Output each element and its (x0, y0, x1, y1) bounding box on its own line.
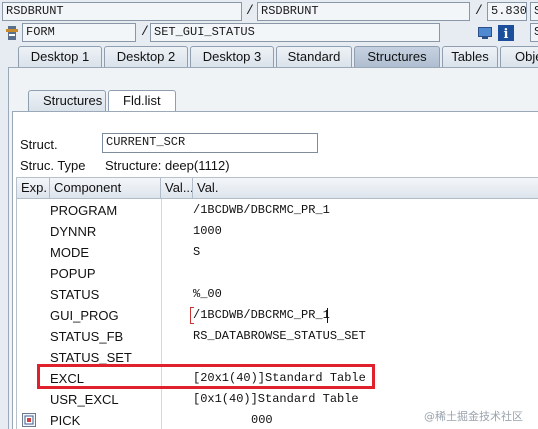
table-row[interactable]: DYNNR 1000 (17, 221, 538, 242)
tab-desktop-2[interactable]: Desktop 2 (104, 46, 188, 68)
include-field[interactable]: RSDBRUNT (257, 2, 470, 21)
value-cell[interactable]: 1000 (193, 221, 222, 242)
component-cell: DYNNR (50, 224, 97, 239)
value-cell[interactable]: %_00 (193, 284, 222, 305)
header-component[interactable]: Component (50, 178, 161, 199)
table-row[interactable]: USR_EXCL [0x1(40)]Standard Table (17, 389, 538, 410)
separator-slash: / (246, 3, 254, 18)
tab-desktop-1[interactable]: Desktop 1 (18, 46, 102, 68)
trailing-field-1[interactable]: S (530, 2, 538, 21)
subtab-fld-list[interactable]: Fld.list (108, 90, 176, 112)
tab-standard[interactable]: Standard (276, 46, 352, 68)
component-cell: PROGRAM (50, 203, 118, 218)
component-cell: GUI_PROG (50, 308, 119, 323)
value-cell[interactable]: S (193, 242, 200, 263)
event-type-field[interactable]: FORM (22, 23, 136, 42)
table-row[interactable]: PROGRAM /1BCDWB/DBCRMC_PR_1 (17, 200, 538, 221)
grid-header: Exp. Component Val... Val. (17, 178, 538, 199)
header-exp[interactable]: Exp. (17, 178, 50, 199)
display-icon[interactable] (476, 24, 494, 42)
header-value-type[interactable]: Val... (161, 178, 193, 199)
expand-icon[interactable] (21, 412, 37, 428)
field-list-grid: Exp. Component Val... Val. PROGRAM /1BCD… (16, 177, 538, 429)
component-cell: POPUP (50, 266, 96, 281)
value-cell[interactable]: [0x1(40)]Standard Table (193, 389, 359, 410)
value-cell[interactable]: /1BCDWB/DBCRMC_PR_1 (193, 305, 330, 326)
subtab-structures[interactable]: Structures (28, 90, 106, 112)
component-cell: USR_EXCL (50, 392, 119, 407)
watermark: @稀土掘金技术社区 (424, 410, 523, 423)
separator-slash: / (475, 3, 483, 18)
table-row[interactable]: STATUS %_00 (17, 284, 538, 305)
component-cell: PICK (50, 413, 81, 428)
tab-objects[interactable]: Obje (500, 46, 538, 68)
struct-type-value: Structure: deep(1112) (105, 158, 230, 173)
svg-text:i: i (504, 27, 509, 41)
event-name-field[interactable]: SET_GUI_STATUS (150, 23, 440, 42)
table-row[interactable]: POPUP (17, 263, 538, 284)
tab-desktop-3[interactable]: Desktop 3 (190, 46, 274, 68)
separator-slash: / (141, 24, 149, 39)
table-row[interactable]: GUI_PROG /1BCDWB/DBCRMC_PR_1 (17, 305, 538, 326)
component-cell: STATUS (50, 287, 100, 302)
struct-input[interactable]: CURRENT_SCR (102, 133, 318, 153)
tab-structures[interactable]: Structures (354, 46, 440, 68)
value-cell[interactable]: /1BCDWB/DBCRMC_PR_1 (193, 200, 330, 221)
trailing-field-2[interactable]: S (530, 23, 538, 42)
value-cell[interactable]: 000 (251, 410, 273, 429)
header-value[interactable]: Val. (193, 178, 538, 199)
struct-type-label: Struc. Type (20, 158, 86, 173)
text-cursor (327, 308, 328, 323)
info-icon[interactable]: i (497, 24, 515, 42)
highlight-box (37, 364, 375, 389)
struct-label: Struct. (20, 137, 58, 152)
program-field[interactable]: RSDBRUNT (2, 2, 242, 21)
version-field[interactable]: 5.830 (487, 2, 527, 21)
value-cell[interactable]: RS_DATABROWSE_STATUS_SET (193, 326, 366, 347)
tab-tables[interactable]: Tables (442, 46, 498, 68)
component-cell: STATUS_FB (50, 329, 124, 344)
cursor-marker (190, 307, 194, 324)
main-tab-strip: Desktop 1 Desktop 2 Desktop 3 Standard S… (0, 46, 538, 68)
component-cell: MODE (50, 245, 89, 260)
program-icon[interactable] (4, 24, 20, 42)
table-row[interactable]: MODE S (17, 242, 538, 263)
table-row[interactable]: STATUS_FB RS_DATABROWSE_STATUS_SET (17, 326, 538, 347)
